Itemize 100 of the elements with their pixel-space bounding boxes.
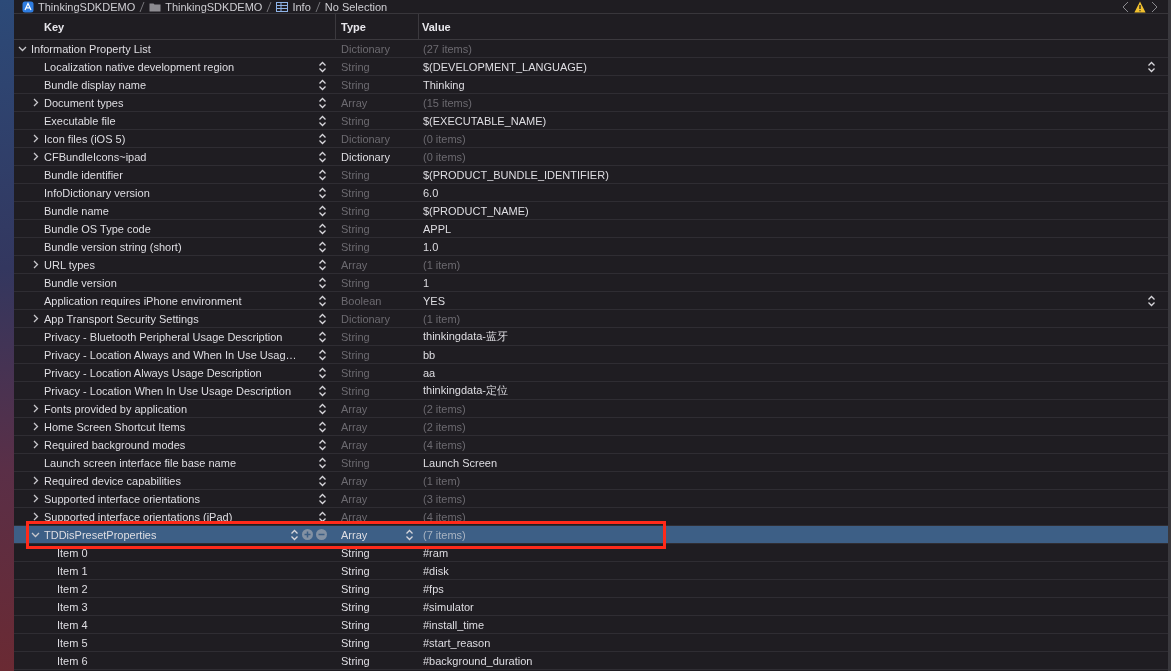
value-label: #simulator xyxy=(423,600,475,613)
key-label: Application requires iPhone environment xyxy=(44,294,243,307)
breadcrumb-item[interactable]: No Selection xyxy=(324,0,388,13)
stepper-icon[interactable] xyxy=(318,510,327,523)
disclosure-chevron-icon[interactable] xyxy=(31,512,40,521)
popup-stepper-icon[interactable] xyxy=(1147,60,1156,73)
plist-row[interactable]: URL types Array (1 item) xyxy=(14,256,1168,274)
plist-row[interactable]: Home Screen Shortcut Items Array (2 items) xyxy=(14,418,1168,436)
disclosure-chevron-icon[interactable] xyxy=(31,152,40,161)
warning-icon[interactable] xyxy=(1134,0,1146,13)
stepper-icon[interactable] xyxy=(318,402,327,415)
breadcrumb-item[interactable]: ThinkingSDKDEMO xyxy=(38,0,136,13)
disclosure-chevron-icon[interactable] xyxy=(18,44,27,53)
plist-row[interactable]: Bundle display name String Thinking xyxy=(14,76,1168,94)
disclosure-chevron-icon[interactable] xyxy=(31,260,40,269)
plist-row[interactable]: Localization native development region String $(DEVELOPMENT_LANGUAGE) xyxy=(14,58,1168,76)
value-label: (0 items) xyxy=(423,132,467,145)
stepper-icon[interactable] xyxy=(318,420,327,433)
stepper-icon[interactable] xyxy=(318,348,327,361)
type-label: String xyxy=(341,222,371,235)
disclosure-chevron-icon[interactable] xyxy=(31,494,40,503)
stepper-icon[interactable] xyxy=(318,78,327,91)
value-label: #install_time xyxy=(423,618,486,631)
stepper-icon[interactable] xyxy=(318,114,327,127)
plist-row[interactable]: Bundle name String $(PRODUCT_NAME) xyxy=(14,202,1168,220)
stepper-icon[interactable] xyxy=(318,366,327,379)
stepper-icon[interactable] xyxy=(318,150,327,163)
plist-row[interactable]: Privacy - Bluetooth Peripheral Usage Description String thinkingdata-蓝牙 xyxy=(14,328,1168,346)
plist-row[interactable]: Bundle version String 1 xyxy=(14,274,1168,292)
plist-row[interactable]: TDDisPresetProperties Array (7 items) xyxy=(14,526,1168,544)
popup-stepper-icon[interactable] xyxy=(1147,294,1156,307)
key-label: Item 6 xyxy=(57,654,89,667)
back-icon[interactable] xyxy=(1122,0,1129,13)
disclosure-chevron-icon[interactable] xyxy=(31,314,40,323)
plist-row[interactable]: Launch screen interface file base name String Launch Screen xyxy=(14,454,1168,472)
stepper-icon[interactable] xyxy=(318,132,327,145)
breadcrumb-item[interactable]: ThinkingSDKDEMO xyxy=(165,0,263,13)
stepper-icon[interactable] xyxy=(318,60,327,73)
plist-row[interactable]: Required background modes Array (4 items) xyxy=(14,436,1168,454)
stepper-icon[interactable] xyxy=(318,240,327,253)
stepper-icon[interactable] xyxy=(318,474,327,487)
plist-row[interactable]: Privacy - Location Always and When In Use Usag… String bb xyxy=(14,346,1168,364)
stepper-icon[interactable] xyxy=(318,168,327,181)
plist-row[interactable]: Icon files (iOS 5) Dictionary (0 items) xyxy=(14,130,1168,148)
plist-row[interactable]: Executable file String $(EXECUTABLE_NAME) xyxy=(14,112,1168,130)
stepper-icon[interactable] xyxy=(318,330,327,343)
stepper-icon[interactable] xyxy=(318,258,327,271)
type-label: String xyxy=(341,330,371,343)
plist-row[interactable]: Bundle OS Type code String APPL xyxy=(14,220,1168,238)
breadcrumb-item[interactable]: Info xyxy=(292,0,311,13)
value-label: Launch Screen xyxy=(423,456,498,469)
stepper-icon[interactable] xyxy=(318,384,327,397)
plist-row[interactable]: Bundle version string (short) String 1.0 xyxy=(14,238,1168,256)
stepper-icon[interactable] xyxy=(318,492,327,505)
plist-row[interactable]: Application requires iPhone environment Boolean YES xyxy=(14,292,1168,310)
value-label: (27 items) xyxy=(423,42,473,55)
plist-row[interactable]: Item 5 String #start_reason xyxy=(14,634,1168,652)
plist-row[interactable]: App Transport Security Settings Dictionary (1 item) xyxy=(14,310,1168,328)
value-label: (7 items) xyxy=(423,528,467,541)
stepper-icon[interactable] xyxy=(318,186,327,199)
type-stepper-icon[interactable] xyxy=(405,528,414,541)
column-header[interactable]: Key xyxy=(44,20,65,33)
plist-row[interactable]: Item 2 String #fps xyxy=(14,580,1168,598)
type-label: String xyxy=(341,546,371,559)
disclosure-chevron-icon[interactable] xyxy=(31,134,40,143)
stepper-icon[interactable] xyxy=(318,456,327,469)
plist-row[interactable]: Fonts provided by application Array (2 items) xyxy=(14,400,1168,418)
stepper-icon[interactable] xyxy=(318,312,327,325)
stepper-icon[interactable] xyxy=(318,96,327,109)
key-label: Item 2 xyxy=(57,582,89,595)
value-label: bb xyxy=(423,348,437,361)
plist-row[interactable]: Item 4 String #install_time xyxy=(14,616,1168,634)
plist-row[interactable]: Required device capabilities Array (1 item) xyxy=(14,472,1168,490)
plist-row[interactable]: Privacy - Location When In Use Usage Description String thinkingdata-定位 xyxy=(14,382,1168,400)
disclosure-chevron-icon[interactable] xyxy=(31,476,40,485)
stepper-icon[interactable] xyxy=(318,438,327,451)
plist-row[interactable]: Item 3 String #simulator xyxy=(14,598,1168,616)
forward-icon[interactable] xyxy=(1151,0,1158,13)
stepper-icon[interactable] xyxy=(318,276,327,289)
column-header[interactable]: Type xyxy=(341,20,366,33)
plist-row[interactable]: Item 0 String #ram xyxy=(14,544,1168,562)
plist-row[interactable]: Item 6 String #background_duration xyxy=(14,652,1168,670)
plist-row[interactable]: Bundle identifier String $(PRODUCT_BUNDLE_IDENTIFIER) xyxy=(14,166,1168,184)
type-label: Array xyxy=(341,96,369,109)
disclosure-chevron-icon[interactable] xyxy=(31,404,40,413)
plist-row[interactable]: InfoDictionary version String 6.0 xyxy=(14,184,1168,202)
disclosure-chevron-icon[interactable] xyxy=(31,98,40,107)
disclosure-chevron-icon[interactable] xyxy=(31,440,40,449)
disclosure-chevron-icon[interactable] xyxy=(31,422,40,431)
plist-row[interactable]: Document types Array (15 items) xyxy=(14,94,1168,112)
plist-row[interactable]: Information Property List Dictionary (27 items) xyxy=(14,40,1168,58)
plist-row[interactable]: CFBundleIcons~ipad Dictionary (0 items) xyxy=(14,148,1168,166)
key-label: URL types xyxy=(44,258,96,271)
column-header[interactable]: Value xyxy=(422,20,451,33)
stepper-icon[interactable] xyxy=(318,204,327,217)
plist-row[interactable]: Supported interface orientations Array (3 items) xyxy=(14,490,1168,508)
plist-row[interactable]: Item 1 String #disk xyxy=(14,562,1168,580)
stepper-icon[interactable] xyxy=(318,222,327,235)
stepper-icon[interactable] xyxy=(318,294,327,307)
plist-row[interactable]: Privacy - Location Always Usage Description String aa xyxy=(14,364,1168,382)
